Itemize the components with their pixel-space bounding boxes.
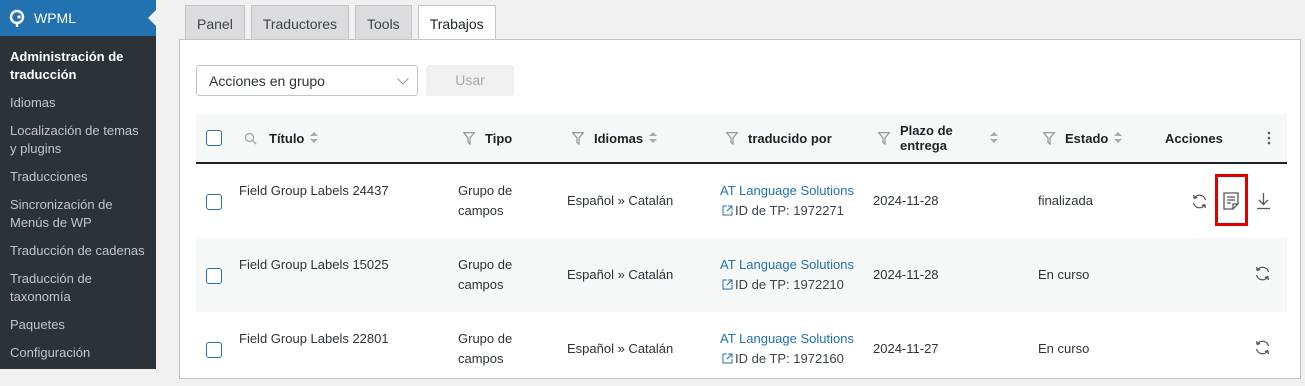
- column-translated-by[interactable]: traducido por: [726, 114, 832, 162]
- refresh-icon[interactable]: [1253, 338, 1272, 357]
- search-icon[interactable]: [244, 132, 257, 145]
- jobs-table-header: Título Tipo Idiomas traducido por Plazo …: [196, 114, 1287, 164]
- job-title: Field Group Labels 24437: [239, 183, 389, 198]
- wpml-submenu: Administración de traducción Idiomas Loc…: [0, 44, 156, 367]
- job-status: En curso: [1038, 341, 1090, 356]
- filter-icon[interactable]: [1043, 131, 1055, 145]
- table-row: Field Group Labels 24437 Grupo de campos…: [196, 164, 1287, 238]
- filter-icon[interactable]: [878, 131, 890, 145]
- job-type: Grupo de campos: [458, 183, 513, 218]
- tab-translators[interactable]: Traductores: [250, 5, 349, 40]
- tp-id-text: ID de TP: 1972271: [735, 203, 844, 218]
- sidebar-item-wp-menus-sync[interactable]: Sincronización de Menús de WP: [0, 191, 156, 237]
- external-link-icon: [722, 205, 733, 216]
- sidebar-item-settings[interactable]: Configuración: [0, 339, 156, 367]
- column-type[interactable]: Tipo: [463, 114, 512, 162]
- wpml-logo-icon: [9, 9, 25, 27]
- tab-tools[interactable]: Tools: [355, 5, 412, 40]
- job-type: Grupo de campos: [458, 257, 513, 292]
- job-deadline: 2024-11-27: [873, 341, 939, 356]
- column-deadline-label: Plazo de entrega: [900, 123, 953, 153]
- admin-sidebar: WPML Administración de traducción Idioma…: [0, 0, 156, 369]
- jobs-panel: Acciones en grupo Usar Título Tipo Idiom…: [179, 39, 1301, 379]
- column-actions-label: Acciones: [1165, 130, 1223, 146]
- chevron-down-icon: [397, 73, 409, 85]
- sort-icon[interactable]: [1114, 132, 1123, 144]
- job-deadline: 2024-11-28: [873, 193, 939, 208]
- wpml-title: WPML: [34, 10, 76, 26]
- job-type: Grupo de campos: [458, 331, 513, 366]
- main-content: Panel Traductores Tools Trabajos Accione…: [156, 0, 1305, 379]
- job-title: Field Group Labels 15025: [239, 257, 389, 272]
- filter-icon[interactable]: [463, 131, 475, 145]
- current-menu-arrow: [148, 10, 156, 26]
- tp-id[interactable]: ID de TP: 1972160: [722, 349, 844, 369]
- sort-icon[interactable]: [649, 132, 658, 144]
- more-vertical-icon[interactable]: [1267, 131, 1271, 145]
- tab-panel[interactable]: Panel: [185, 5, 245, 40]
- column-title-label: Título: [269, 130, 305, 146]
- column-title[interactable]: Título: [244, 114, 319, 162]
- sidebar-item-taxonomy-translation[interactable]: Traducción de taxonomía: [0, 265, 156, 311]
- column-actions: Acciones: [1165, 114, 1223, 162]
- tp-id[interactable]: ID de TP: 1972271: [722, 201, 844, 221]
- column-options-menu[interactable]: [1267, 114, 1271, 162]
- job-languages: Español » Catalán: [567, 193, 674, 208]
- wpml-menu-header[interactable]: WPML: [0, 0, 156, 36]
- sidebar-item-languages[interactable]: Idiomas: [0, 89, 156, 117]
- apply-button[interactable]: Usar: [426, 65, 514, 96]
- select-all-checkbox[interactable]: [206, 130, 222, 146]
- review-translation-icon[interactable]: [1223, 192, 1239, 210]
- row-checkbox[interactable]: [206, 342, 222, 358]
- tab-bar: Panel Traductores Tools Trabajos: [185, 5, 502, 41]
- filter-icon[interactable]: [572, 131, 584, 145]
- external-link-icon: [722, 353, 733, 364]
- column-deadline[interactable]: Plazo de entrega: [878, 114, 998, 162]
- translator-link[interactable]: AT Language Solutions: [720, 329, 854, 349]
- translator-link[interactable]: AT Language Solutions: [720, 181, 854, 201]
- job-title: Field Group Labels 22801: [239, 331, 389, 346]
- job-status: finalizada: [1038, 193, 1093, 208]
- tp-id-text: ID de TP: 1972160: [735, 351, 844, 366]
- refresh-icon[interactable]: [1253, 264, 1272, 283]
- table-row: Field Group Labels 22801 Grupo de campos…: [196, 312, 1287, 386]
- sort-icon[interactable]: [310, 132, 319, 144]
- bulk-actions-select[interactable]: Acciones en grupo: [196, 65, 418, 96]
- row-checkbox[interactable]: [206, 194, 222, 210]
- row-checkbox[interactable]: [206, 268, 222, 284]
- column-type-label: Tipo: [485, 130, 513, 146]
- sidebar-item-translations[interactable]: Traducciones: [0, 163, 156, 191]
- column-status[interactable]: Estado: [1043, 114, 1123, 162]
- job-languages: Español » Catalán: [567, 267, 674, 282]
- refresh-icon[interactable]: [1190, 192, 1209, 211]
- column-translated-by-label: traducido por: [748, 130, 832, 146]
- tp-id-text: ID de TP: 1972210: [735, 277, 844, 292]
- sidebar-item-packages[interactable]: Paquetes: [0, 311, 156, 339]
- job-deadline: 2024-11-28: [873, 267, 939, 282]
- job-status: En curso: [1038, 267, 1090, 282]
- bulk-actions-value: Acciones en grupo: [209, 73, 325, 89]
- download-icon[interactable]: [1256, 192, 1271, 210]
- translator-link[interactable]: AT Language Solutions: [720, 255, 854, 275]
- column-languages-label: Idiomas: [594, 130, 644, 146]
- column-status-label: Estado: [1065, 130, 1109, 146]
- filter-icon[interactable]: [726, 131, 738, 145]
- tab-jobs[interactable]: Trabajos: [417, 5, 496, 41]
- external-link-icon: [722, 279, 733, 290]
- sidebar-item-translation-management[interactable]: Administración de traducción: [0, 44, 156, 89]
- sidebar-item-theme-plugin-localization[interactable]: Localización de temas y plugins: [0, 117, 156, 163]
- column-languages[interactable]: Idiomas: [572, 114, 658, 162]
- table-row: Field Group Labels 15025 Grupo de campos…: [196, 238, 1287, 312]
- tp-id[interactable]: ID de TP: 1972210: [722, 275, 844, 295]
- sort-icon[interactable]: [990, 132, 998, 144]
- sidebar-item-string-translation[interactable]: Traducción de cadenas: [0, 237, 156, 265]
- job-languages: Español » Catalán: [567, 341, 674, 356]
